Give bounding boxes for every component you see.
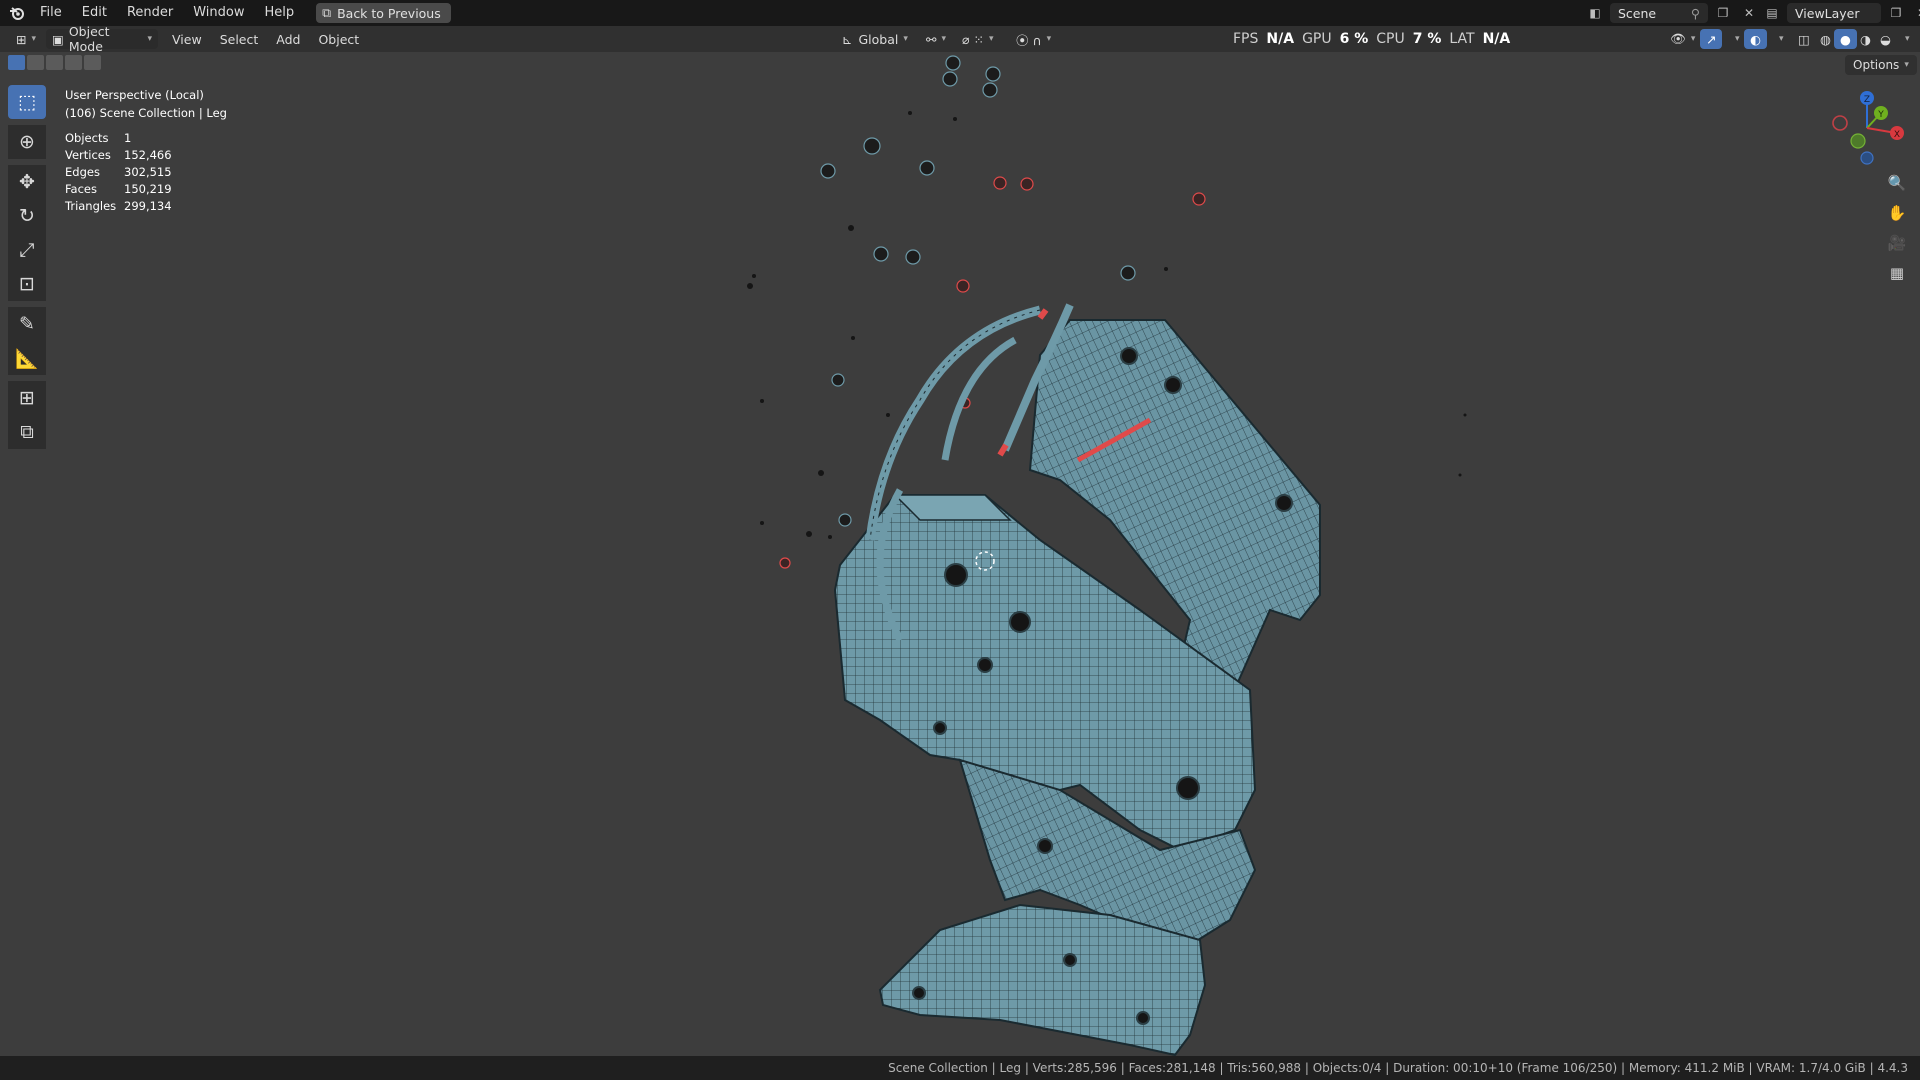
scale-icon[interactable]: ⤢ [8, 233, 46, 267]
gizmo-z-label: Z [1864, 95, 1870, 105]
view-name: User Perspective (Local) [65, 88, 204, 102]
camera-icon[interactable]: 🎥 [1883, 229, 1911, 257]
overlay-dropdown[interactable]: ▾ [1768, 29, 1790, 49]
gizmo-y-label: Y [1877, 110, 1884, 120]
add-cube-icon[interactable]: ⊞ [8, 381, 46, 415]
object-menu[interactable]: Object [312, 29, 365, 49]
extrude-icon[interactable]: ⧉ [8, 415, 46, 449]
collection-label: (106) Scene Collection | Leg [65, 106, 227, 120]
select-extend-icon[interactable] [27, 55, 44, 70]
viewlayer-icon[interactable]: ▤ [1761, 3, 1783, 23]
stat-value: 302,515 [124, 165, 172, 179]
lat-value: N/A [1482, 31, 1511, 47]
stat-value: 152,466 [124, 148, 172, 162]
ortho-grid-icon[interactable]: ▦ [1883, 259, 1911, 287]
back-to-previous-button[interactable]: ⧉ Back to Previous [316, 3, 451, 23]
options-label: Options [1853, 58, 1900, 72]
select-new-icon[interactable] [8, 55, 25, 70]
status-bar: Scene Collection | Leg | Verts:285,596 |… [0, 1056, 1920, 1080]
cpu-label: CPU [1376, 31, 1405, 47]
pan-icon[interactable]: ✋ [1883, 199, 1911, 227]
global-orientation-icon: ⊾ [842, 31, 853, 47]
move-icon[interactable]: ✥ [8, 165, 46, 199]
select-intersect-icon[interactable] [84, 55, 101, 70]
transform-icon[interactable]: ⊡ [8, 267, 46, 301]
performance-overlay: FPS N/A GPU 6 % CPU 7 % LAT N/A [1233, 26, 1510, 52]
select-box-icon[interactable]: ⬚ [8, 85, 46, 119]
stat-value: 150,219 [124, 182, 172, 196]
overlay-icon[interactable]: ◐ [1744, 29, 1767, 49]
stat-value: 1 [124, 131, 132, 145]
orientation-label: Global [858, 31, 899, 47]
stat-value: 299,134 [124, 199, 172, 213]
menu-render[interactable]: Render [117, 0, 183, 26]
editor-type-icon[interactable]: ⊞ ▾ [10, 29, 42, 49]
blender-logo-icon[interactable] [4, 0, 30, 26]
back-to-previous-label: Back to Previous [337, 5, 441, 21]
stat-label: Triangles [65, 199, 117, 213]
rotate-icon[interactable]: ↻ [8, 199, 46, 233]
statistics: Objects 1 Vertices 152,466 Edges 302,515… [65, 130, 227, 215]
new-viewlayer-icon[interactable]: ❐ [1885, 3, 1907, 23]
menu-help[interactable]: Help [255, 0, 305, 26]
add-menu[interactable]: Add [270, 29, 306, 49]
navigation-gizmo[interactable]: Z Y X [1820, 88, 1910, 168]
zoom-icon[interactable]: 🔍 [1883, 169, 1911, 197]
menu-window[interactable]: Window [183, 0, 254, 26]
gizmo-dropdown[interactable]: ▾ [1724, 29, 1746, 49]
select-subtract-icon[interactable] [46, 55, 63, 70]
leg-mesh[interactable] [833, 303, 1321, 1057]
scene-field[interactable]: Scene ⚲ [1610, 3, 1708, 23]
menu-edit[interactable]: Edit [72, 0, 117, 26]
cursor-icon[interactable]: ⊕ [8, 125, 46, 159]
viewlayer-name: ViewLayer [1795, 5, 1860, 21]
selection-mode-group [8, 55, 101, 70]
status-text: Scene Collection | Leg | Verts:285,596 |… [888, 1061, 1908, 1075]
mode-dropdown[interactable]: ▣ Object Mode ▾ [46, 24, 159, 54]
scene-icon[interactable]: ◧ [1584, 3, 1606, 23]
stat-label: Edges [65, 165, 100, 179]
fps-value: N/A [1266, 31, 1295, 47]
scene-name: Scene [1618, 5, 1657, 21]
transform-orientation-dropdown[interactable]: ⊾ Global ▾ [836, 29, 914, 49]
options-dropdown[interactable]: Options ▾ [1845, 55, 1917, 75]
viewport-3d[interactable] [0, 0, 1920, 1080]
back-icon: ⧉ [322, 5, 332, 20]
measure-icon[interactable]: 📐 [8, 341, 46, 375]
pivot-icon[interactable]: ⚯ ▾ [920, 29, 952, 49]
close-scene-icon[interactable]: ✕ [1738, 3, 1760, 23]
object-mode-icon: ▣ [52, 31, 64, 47]
viewlayer-field[interactable]: ViewLayer [1787, 3, 1881, 23]
mode-label: Object Mode [68, 24, 110, 54]
shading-dropdown[interactable]: ▾ [1894, 29, 1916, 49]
new-scene-icon[interactable]: ❐ [1712, 3, 1734, 23]
xray-icon[interactable]: ◫ [1792, 29, 1816, 49]
proportional-icon[interactable]: ⦿ ∩ ▾ [1010, 29, 1057, 49]
lat-label: LAT [1449, 31, 1475, 47]
view-menu[interactable]: View [166, 29, 208, 49]
gpu-label: GPU [1302, 31, 1332, 47]
viewport-info-overlay: User Perspective (Local) (106) Scene Col… [65, 86, 227, 215]
snap-icon[interactable]: ⌀ ⁙ ▾ [956, 29, 1000, 49]
stat-label: Faces [65, 182, 97, 196]
tool-shelf: ⬚ ⊕ ✥ ↻ ⤢ ⊡ ✎ 📐 ⊞ ⧉ [8, 85, 46, 449]
select-menu[interactable]: Select [214, 29, 265, 49]
stat-label: Objects [65, 131, 109, 145]
menu-file[interactable]: File [30, 0, 72, 26]
cpu-value: 7 % [1412, 31, 1442, 47]
select-invert-icon[interactable] [65, 55, 82, 70]
pin-icon[interactable]: ⚲ [1691, 6, 1700, 21]
gizmo-x-label: X [1894, 130, 1900, 140]
stat-label: Vertices [65, 148, 111, 162]
viewport-header: ⊞ ▾ ▣ Object Mode ▾ View Select Add Objec… [0, 24, 1920, 54]
gpu-value: 6 % [1339, 31, 1369, 47]
fps-label: FPS [1233, 31, 1259, 47]
annotate-icon[interactable]: ✎ [8, 307, 46, 341]
gizmo-icon[interactable]: ↗ [1700, 29, 1723, 49]
visibility-icon[interactable]: 👁 ▾ [1664, 29, 1701, 49]
top-menu-bar: File Edit Render Window Help ⧉ Back to P… [0, 0, 1920, 26]
close-viewlayer-icon[interactable]: ✕ [1911, 3, 1920, 23]
